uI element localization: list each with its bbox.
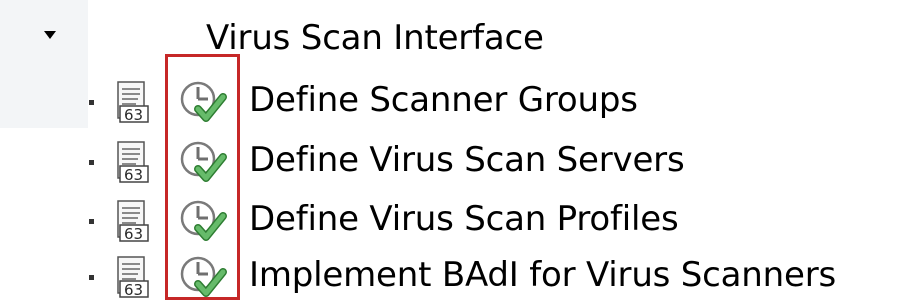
- document-icon[interactable]: 63: [111, 140, 159, 184]
- clock-check-icon[interactable]: [176, 140, 232, 184]
- triangle-down-icon[interactable]: [41, 28, 59, 42]
- svg-text:63: 63: [124, 225, 143, 243]
- tree-item-label: Define Virus Scan Profiles: [249, 199, 679, 239]
- svg-text:63: 63: [124, 281, 143, 299]
- tree-node-virus-scan-interface[interactable]: Virus Scan Interface: [0, 8, 905, 68]
- svg-text:63: 63: [124, 106, 143, 124]
- tree-item-implement-badi-for-virus-scanners[interactable]: 63 Implement BAdI for Virus Scanners: [0, 245, 905, 303]
- tree-item-label: Define Scanner Groups: [249, 80, 638, 120]
- document-icon[interactable]: 63: [111, 80, 159, 124]
- page: Virus Scan Interface 63 Define Scanner G…: [0, 0, 905, 305]
- tree-item-define-virus-scan-servers[interactable]: 63 Define Virus Scan Servers: [0, 130, 905, 188]
- tree-item-define-scanner-groups[interactable]: 63 Define Scanner Groups: [0, 70, 905, 128]
- document-icon[interactable]: 63: [111, 199, 159, 243]
- tree-item-label: Define Virus Scan Servers: [249, 140, 685, 180]
- tree-dot-icon: [89, 219, 94, 224]
- tree-dot-icon: [89, 160, 94, 165]
- img-tree: Virus Scan Interface 63 Define Scanner G…: [0, 0, 905, 305]
- document-icon[interactable]: 63: [111, 255, 159, 299]
- tree-dot-icon: [89, 100, 94, 105]
- tree-item-label: Implement BAdI for Virus Scanners: [249, 255, 837, 295]
- tree-dot-icon: [89, 275, 94, 280]
- tree-item-define-virus-scan-profiles[interactable]: 63 Define Virus Scan Profiles: [0, 189, 905, 247]
- tree-node-label: Virus Scan Interface: [206, 18, 544, 58]
- svg-text:63: 63: [124, 166, 143, 184]
- clock-check-icon[interactable]: [176, 255, 232, 299]
- clock-check-icon[interactable]: [176, 199, 232, 243]
- clock-check-icon[interactable]: [176, 80, 232, 124]
